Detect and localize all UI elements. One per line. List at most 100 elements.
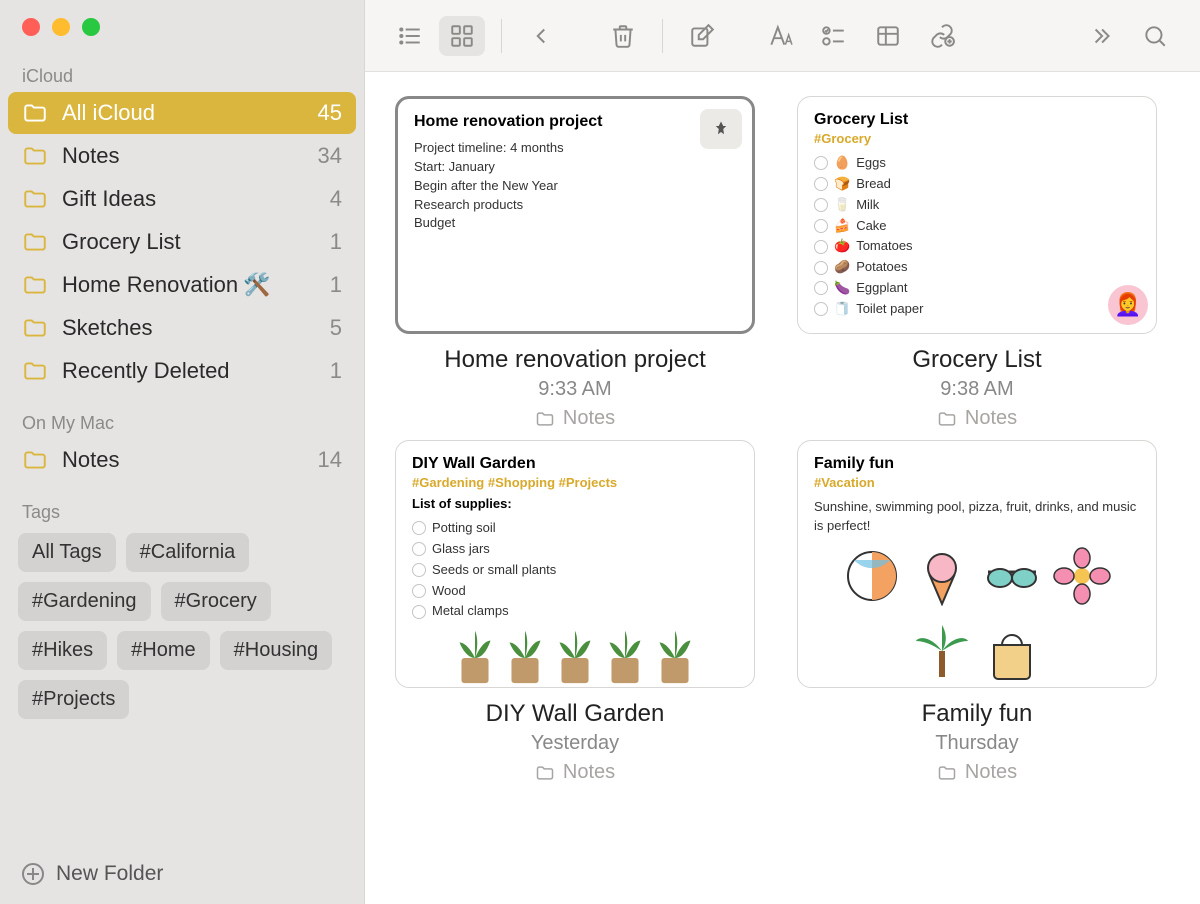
folder-count: 34 [318,143,342,169]
overflow-button[interactable] [1078,16,1124,56]
link-button[interactable] [919,16,965,56]
section-label-icloud: iCloud [0,60,364,91]
note-card[interactable]: DIY Wall Garden #Gardening #Shopping #Pro… [395,440,755,688]
main-area: Home renovation project Project timeline:… [365,0,1200,904]
card-footer-title: Family fun [922,700,1033,728]
checklist-item: 🧻Toilet paper [814,300,1140,319]
tag-hikes[interactable]: #Hikes [18,631,107,670]
tag-projects[interactable]: #Projects [18,680,129,719]
chevrons-right-icon [1088,23,1114,49]
card-subheading: List of supplies: [412,496,738,511]
pin-badge [700,109,742,149]
note-card[interactable]: Grocery List#Grocery🥚Eggs🍞Bread🥛Milk🍰Cak… [797,96,1157,334]
search-button[interactable] [1132,16,1178,56]
note-diy[interactable]: DIY Wall Garden #Gardening #Shopping #Pro… [395,440,755,784]
folder-gift-ideas[interactable]: Gift Ideas4 [8,178,356,220]
card-footer-time: 9:38 AM [940,378,1013,401]
checklist-button[interactable] [811,16,857,56]
checklist-item: Wood [412,582,738,601]
checklist-item: 🍆Eggplant [814,279,1140,298]
folder-notes[interactable]: Notes34 [8,135,356,177]
folder-count: 14 [318,447,342,473]
close-window-button[interactable] [22,18,40,36]
folder-label: Home Renovation🛠️ [62,272,330,298]
grid-icon [449,23,475,49]
plus-icon [22,863,44,885]
folder-all-icloud[interactable]: All iCloud45 [8,92,356,134]
new-folder-button[interactable]: New Folder [0,848,364,904]
folder-label: Grocery List [62,229,330,255]
link-icon [929,23,955,49]
checklist-item: Potting soil [412,519,738,538]
folder-count: 4 [330,186,342,212]
note-grocery[interactable]: Grocery List#Grocery🥚Eggs🍞Bread🥛Milk🍰Cak… [797,96,1157,430]
note-card[interactable]: Home renovation project Project timeline:… [395,96,755,334]
zoom-window-button[interactable] [82,18,100,36]
flower-icon [1052,546,1112,611]
checklist-item: 🥚Eggs [814,154,1140,173]
checklist-item: Seeds or small plants [412,561,738,580]
checklist-icon [821,23,847,49]
note-home-reno[interactable]: Home renovation project Project timeline:… [395,96,755,430]
delete-button[interactable] [600,16,646,56]
checklist-item: 🍰Cake [814,217,1140,236]
plants-image [396,607,754,687]
folder-label: All iCloud [62,100,318,126]
card-footer-time: 9:33 AM [538,378,611,401]
card-title: DIY Wall Garden [412,455,738,473]
tag-alltags[interactable]: All Tags [18,533,116,572]
minimize-window-button[interactable] [52,18,70,36]
checklist-item: 🍅Tomatoes [814,237,1140,256]
note-family[interactable]: Family fun #Vacation Sunshine, swimming po… [797,440,1157,784]
gallery-view-button[interactable] [439,16,485,56]
card-tags: #Vacation [814,475,1140,490]
tag-grocery[interactable]: #Grocery [161,582,271,621]
new-note-button[interactable] [679,16,725,56]
tag-gardening[interactable]: #Gardening [18,582,151,621]
note-card[interactable]: Family fun#VacationSunshine, swimming po… [797,440,1157,688]
toolbar-sep [662,19,663,53]
list-view-button[interactable] [387,16,433,56]
card-body: Sunshine, swimming pool, pizza, fruit, d… [814,498,1140,536]
local-folder-list: Notes14 [0,438,364,482]
card-footer-folder: Notes [535,761,615,784]
checklist-item: 🍞Bread [814,175,1140,194]
folder-home-renovation[interactable]: Home Renovation🛠️1 [8,264,356,306]
folder-sketches[interactable]: Sketches5 [8,307,356,349]
folder-label: Recently Deleted [62,358,330,384]
sunglasses-icon [982,546,1042,611]
search-icon [1142,23,1168,49]
card-tags: #Gardening #Shopping #Projects [412,475,738,490]
card-checklist: 🥚Eggs🍞Bread🥛Milk🍰Cake🍅Tomatoes🥔Potatoes🍆… [814,154,1140,319]
checklist-item: Glass jars [412,540,738,559]
list-icon [397,23,423,49]
folder-label: Sketches [62,315,330,341]
card-footer-folder: Notes [937,761,1017,784]
folder-count: 5 [330,315,342,341]
back-button[interactable] [518,16,564,56]
format-button[interactable] [757,16,803,56]
font-icon [767,23,793,49]
folder-grocery-list[interactable]: Grocery List1 [8,221,356,263]
card-footer-folder: Notes [937,407,1017,430]
ice-cream-icon [912,546,972,611]
folder-recently-deleted[interactable]: Recently Deleted1 [8,350,356,392]
checklist-item: 🥔Potatoes [814,258,1140,277]
folder-label: Gift Ideas [62,186,330,212]
folder-notes[interactable]: Notes14 [8,439,356,481]
doodle-row [814,546,1140,686]
card-title: Home renovation project [414,113,736,131]
card-footer-time: Yesterday [531,732,619,755]
card-body: Project timeline: 4 monthsStart: January… [414,139,736,233]
folder-count: 1 [330,229,342,255]
notes-gallery: Home renovation project Project timeline:… [365,72,1200,904]
card-footer-title: Home renovation project [444,346,705,374]
tag-california[interactable]: #California [126,533,250,572]
tags-label: Tags [0,496,364,527]
tag-housing[interactable]: #Housing [220,631,333,670]
toolbar-sep [501,19,502,53]
shared-avatar: 👩‍🦰 [1108,285,1148,325]
table-icon [875,23,901,49]
table-button[interactable] [865,16,911,56]
tag-home[interactable]: #Home [117,631,209,670]
